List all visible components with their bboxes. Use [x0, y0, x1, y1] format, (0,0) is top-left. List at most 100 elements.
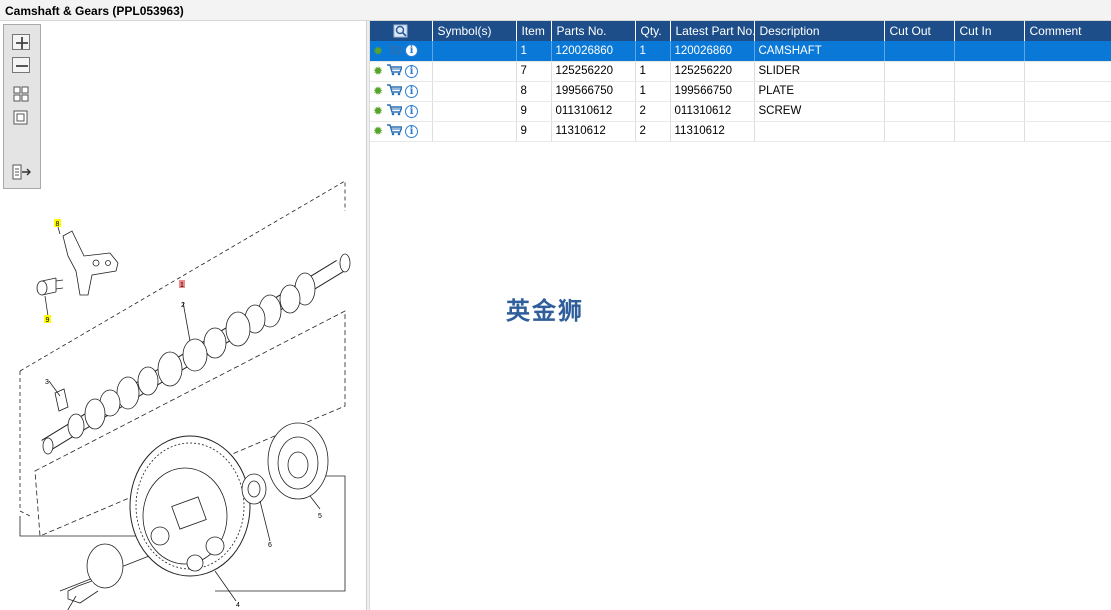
cart-icon[interactable]	[386, 43, 404, 59]
plus-icon	[16, 37, 28, 49]
cell-comment	[1024, 41, 1111, 62]
cell-cut-in	[954, 61, 1025, 82]
parts-list-pane: Symbol(s) Item Parts No. Qty. Latest Par…	[370, 21, 1111, 610]
cell-cut-out	[884, 101, 955, 122]
info-icon[interactable]: i	[405, 64, 419, 78]
table-row[interactable]: ✹ i 1 120026860 1 120026860 CAMSHAFT	[370, 41, 1111, 62]
callout-8[interactable]: 8	[56, 221, 60, 228]
cell-item: 8	[516, 81, 552, 102]
callout-1[interactable]: 1	[180, 282, 184, 289]
square-icon	[13, 110, 28, 125]
column-header-qty[interactable]: Qty.	[635, 21, 671, 41]
cell-cut-out	[884, 81, 955, 102]
viewer-toolbar	[3, 24, 41, 189]
fit-all-button[interactable]	[12, 86, 30, 102]
cell-description: SLIDER	[754, 61, 885, 82]
cell-item: 9	[516, 101, 552, 122]
column-header-cut-out[interactable]: Cut Out	[884, 21, 955, 41]
column-header-parts-no[interactable]: Parts No.	[551, 21, 636, 41]
minus-icon	[16, 65, 28, 67]
cell-description	[754, 121, 885, 142]
callout-9[interactable]: 9	[46, 317, 50, 324]
cell-qty: 1	[635, 81, 671, 102]
row-actions: ✹ i	[370, 121, 433, 142]
cell-item: 1	[516, 41, 552, 62]
cell-cut-in	[954, 101, 1025, 122]
cell-latest-part-no: 011310612	[670, 101, 755, 122]
info-icon[interactable]: i	[405, 104, 419, 118]
gear-icon[interactable]: ✹	[373, 65, 383, 77]
cell-comment	[1024, 121, 1111, 142]
table-header: Symbol(s) Item Parts No. Qty. Latest Par…	[370, 21, 1111, 41]
cell-cut-out	[884, 41, 955, 62]
cell-symbols	[432, 101, 517, 122]
table-row[interactable]: ✹ i 9 11310612 2 11310612	[370, 121, 1111, 142]
cell-cut-in	[954, 81, 1025, 102]
callout-5[interactable]: 5	[318, 513, 322, 520]
callout-4[interactable]: 4	[236, 602, 240, 609]
column-header-symbols[interactable]: Symbol(s)	[432, 21, 517, 41]
cell-parts-no: 120026860	[551, 41, 636, 62]
callout-3[interactable]: 3	[45, 379, 49, 386]
gear-icon[interactable]: ✹	[373, 105, 383, 117]
title-bar: Camshaft & Gears (PPL053963)	[0, 0, 1111, 21]
cell-symbols	[432, 61, 517, 82]
drawing-pane[interactable]: 8 9 1 2 3 5 6 4 7	[0, 21, 366, 610]
actual-size-button[interactable]	[12, 110, 30, 126]
cell-parts-no: 199566750	[551, 81, 636, 102]
cart-icon[interactable]	[386, 63, 404, 79]
cell-qty: 1	[635, 41, 671, 62]
info-icon[interactable]: i	[405, 84, 419, 98]
zoom-in-button[interactable]	[12, 34, 30, 50]
cart-icon[interactable]	[386, 83, 404, 99]
column-header-description[interactable]: Description	[754, 21, 885, 41]
cell-item: 7	[516, 61, 552, 82]
cell-qty: 1	[635, 61, 671, 82]
row-actions: ✹ i	[370, 41, 433, 62]
cell-comment	[1024, 101, 1111, 122]
callout-6[interactable]: 6	[268, 542, 272, 549]
table-row[interactable]: ✹ i 9 011310612 2 011310612 SCREW	[370, 101, 1111, 122]
cell-cut-out	[884, 121, 955, 142]
gear-icon[interactable]: ✹	[373, 125, 383, 137]
cell-qty: 2	[635, 101, 671, 122]
cell-description: PLATE	[754, 81, 885, 102]
search-preview-icon	[393, 24, 408, 38]
cell-symbols	[432, 81, 517, 102]
row-actions: ✹ i	[370, 101, 433, 122]
cell-description: CAMSHAFT	[754, 41, 885, 62]
exploded-view-diagram[interactable]: 8 9 1 2 3 5 6 4 7	[0, 171, 366, 610]
table-row[interactable]: ✹ i 8 199566750 1 199566750 PLATE	[370, 81, 1111, 102]
cell-symbols	[432, 41, 517, 62]
cell-comment	[1024, 81, 1111, 102]
cell-latest-part-no: 11310612	[670, 121, 755, 142]
cell-parts-no: 125256220	[551, 61, 636, 82]
gear-icon[interactable]: ✹	[373, 85, 383, 97]
window-title: Camshaft & Gears (PPL053963)	[5, 4, 184, 18]
callout-2[interactable]: 2	[181, 302, 185, 309]
cell-parts-no: 11310612	[551, 121, 636, 142]
column-header-item[interactable]: Item	[516, 21, 552, 41]
cell-latest-part-no: 199566750	[670, 81, 755, 102]
column-header-latest-part-no[interactable]: Latest Part No.	[670, 21, 755, 41]
zoom-out-button[interactable]	[12, 57, 30, 73]
cell-latest-part-no: 125256220	[670, 61, 755, 82]
watermark: 英金狮	[506, 297, 584, 325]
cell-comment	[1024, 61, 1111, 82]
info-icon[interactable]: i	[405, 44, 419, 58]
info-icon[interactable]: i	[405, 124, 419, 138]
column-header-cut-in[interactable]: Cut In	[954, 21, 1025, 41]
row-actions: ✹ i	[370, 61, 433, 82]
cell-parts-no: 011310612	[551, 101, 636, 122]
gear-icon[interactable]: ✹	[373, 45, 383, 57]
column-header-icon[interactable]	[370, 21, 433, 41]
table-row[interactable]: ✹ i 7 125256220 1 125256220 SLIDER	[370, 61, 1111, 82]
column-header-comment[interactable]: Comment	[1024, 21, 1111, 41]
parts-table: Symbol(s) Item Parts No. Qty. Latest Par…	[370, 21, 1111, 142]
cell-latest-part-no: 120026860	[670, 41, 755, 62]
cell-symbols	[432, 121, 517, 142]
row-actions: ✹ i	[370, 81, 433, 102]
cell-cut-in	[954, 41, 1025, 62]
cart-icon[interactable]	[386, 103, 404, 119]
cart-icon[interactable]	[386, 123, 404, 139]
